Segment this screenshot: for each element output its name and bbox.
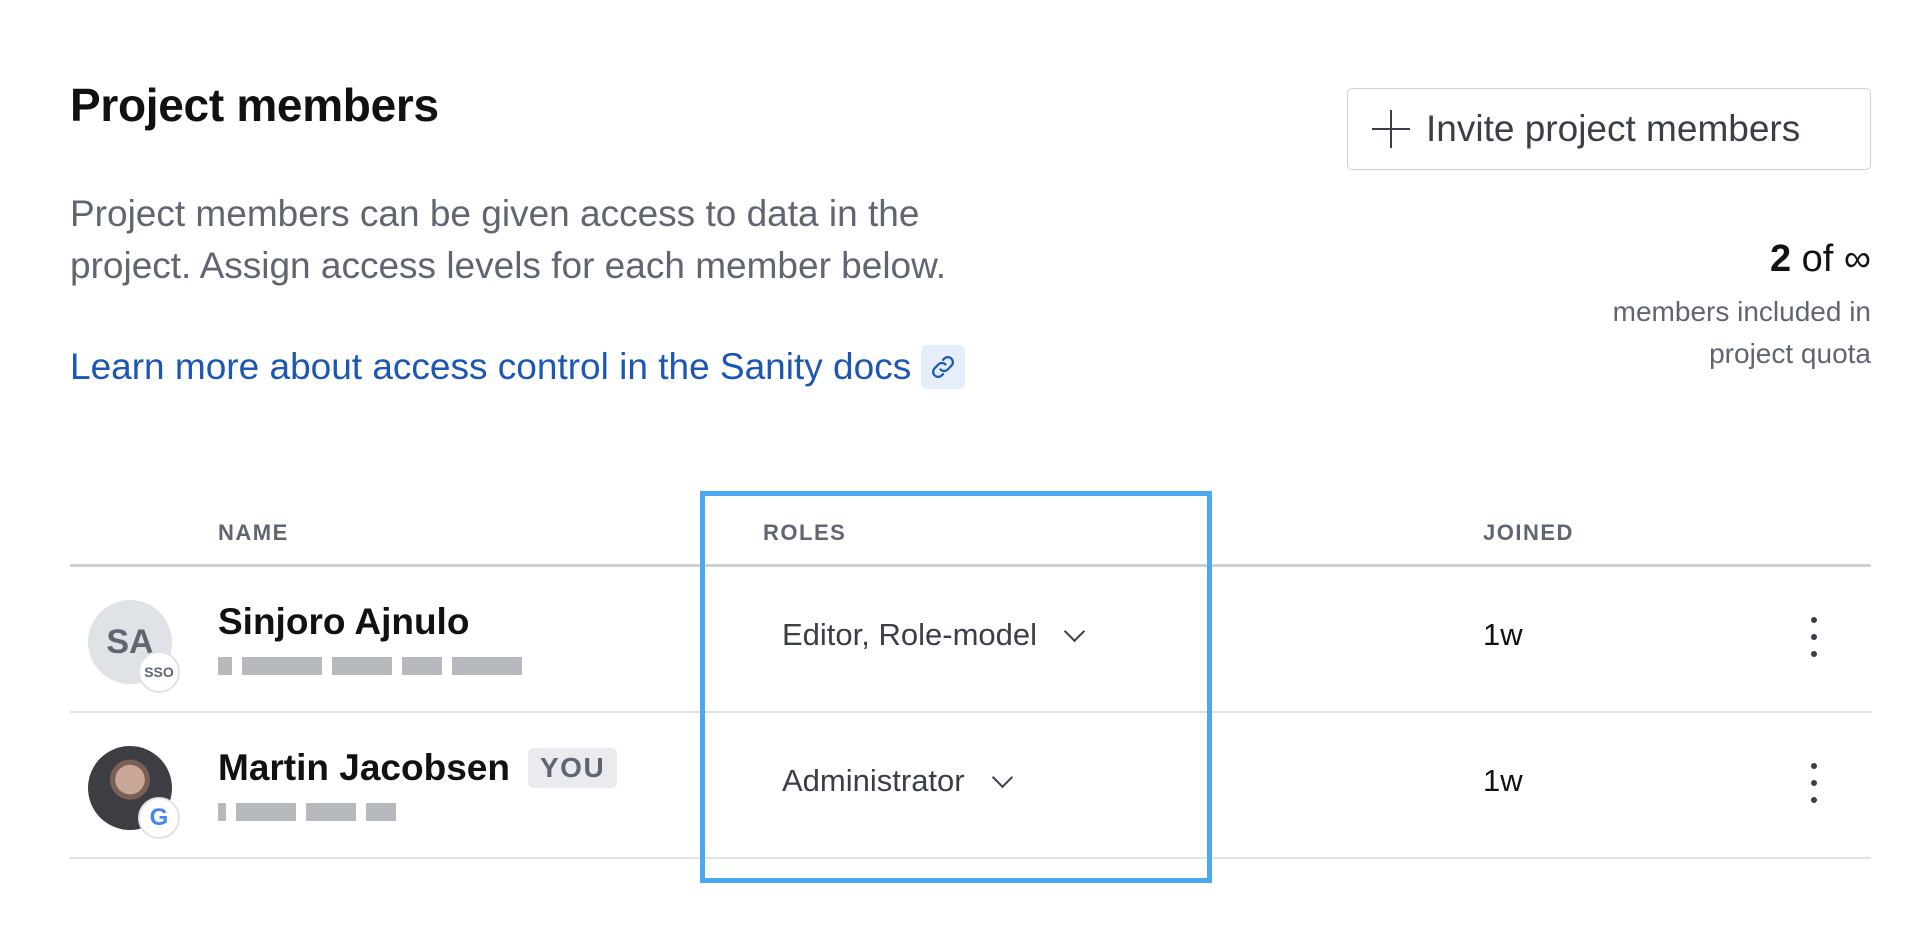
column-roles: ROLES xyxy=(763,520,847,545)
quota-used: 2 xyxy=(1769,238,1792,280)
google-badge-icon: G xyxy=(138,797,180,839)
invite-button-label: Invite project members xyxy=(1426,108,1801,149)
joined-value: 1w xyxy=(1483,763,1523,798)
role-dropdown[interactable]: Editor, Role-model xyxy=(782,617,1086,653)
role-dropdown-label: Editor, Role-model xyxy=(782,617,1038,652)
role-dropdown[interactable]: Administrator xyxy=(782,763,1013,799)
quota-count: 2 of ∞ xyxy=(1541,238,1871,281)
invite-project-members-button[interactable]: Invite project members xyxy=(1347,88,1871,170)
page-description: Project members can be given access to d… xyxy=(70,193,947,286)
quota-of: of xyxy=(1801,238,1834,280)
members-table: NAME ROLES JOINED SA SSO Sinjoro Ajnulo … xyxy=(70,520,1871,859)
member-name: Sinjoro Ajnulo xyxy=(218,601,469,643)
sso-badge-icon: SSO xyxy=(138,651,180,693)
page-title: Project members xyxy=(70,79,439,131)
table-row: SA SSO Sinjoro Ajnulo Editor, Role-model… xyxy=(70,567,1871,713)
you-badge: YOU xyxy=(527,748,618,788)
chevron-down-icon xyxy=(1063,620,1086,642)
role-dropdown-label: Administrator xyxy=(782,763,965,798)
access-control-docs-link[interactable]: Learn more about access control in the S… xyxy=(70,345,966,389)
table-row: G Martin Jacobsen YOU Administrator 1w xyxy=(70,713,1871,859)
kebab-menu-icon[interactable] xyxy=(1804,757,1824,809)
quota-caption: members included in project quota xyxy=(1612,296,1871,369)
chevron-down-icon xyxy=(991,766,1013,788)
column-joined: JOINED xyxy=(1483,520,1574,545)
member-name-label: Sinjoro Ajnulo xyxy=(218,601,470,642)
quota-limit: ∞ xyxy=(1843,238,1871,280)
redacted-email xyxy=(218,657,522,675)
table-header: NAME ROLES JOINED xyxy=(70,520,1871,567)
kebab-menu-icon[interactable] xyxy=(1804,611,1824,663)
link-icon xyxy=(921,345,966,389)
redacted-email xyxy=(218,803,396,821)
plus-icon xyxy=(1372,110,1410,148)
member-name: Martin Jacobsen YOU xyxy=(218,747,618,789)
member-quota: 2 of ∞ members included in project quota xyxy=(1541,238,1871,375)
member-name-label: Martin Jacobsen xyxy=(218,747,510,788)
docs-link-label: Learn more about access control in the S… xyxy=(70,346,912,387)
column-name: NAME xyxy=(218,520,289,545)
joined-value: 1w xyxy=(1483,617,1523,652)
